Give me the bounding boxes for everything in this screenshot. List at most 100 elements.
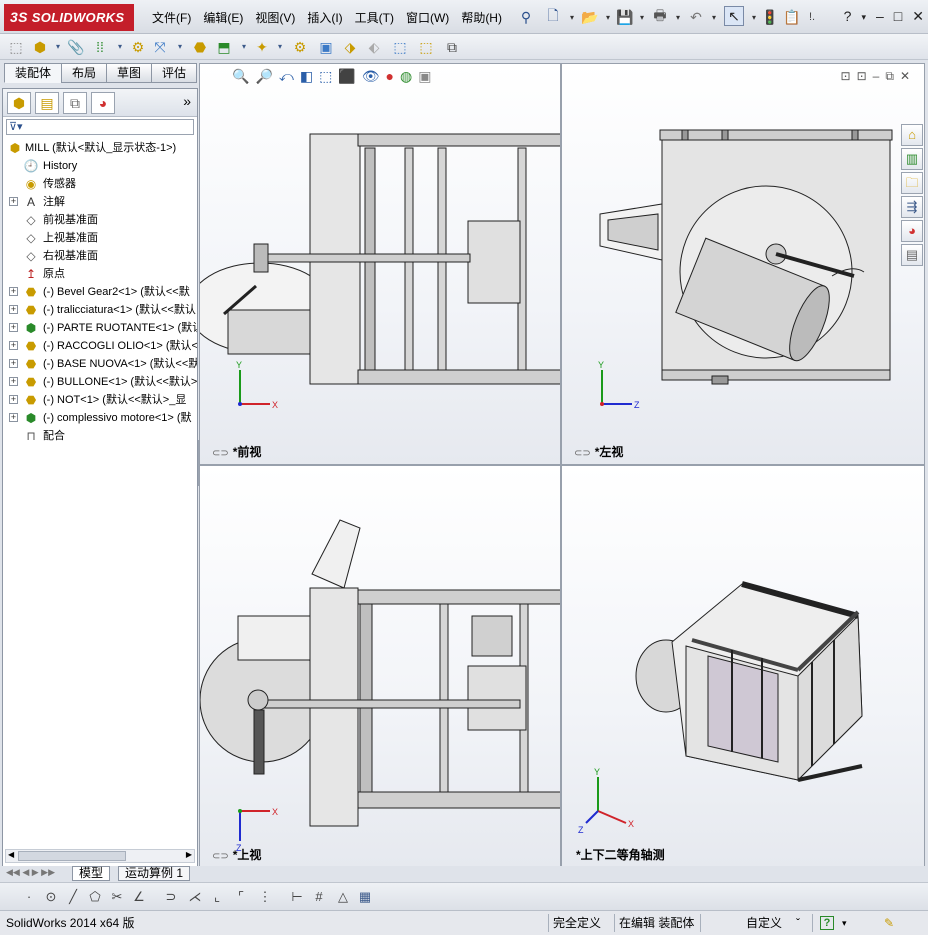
configuration-manager-tab-icon[interactable]: ⧉	[63, 92, 87, 114]
tree-item[interactable]: + ⬢ (-) PARTE RUOTANTE<1> (默认	[3, 319, 197, 337]
tab-model[interactable]: 模型	[72, 866, 111, 881]
viewport-isometric[interactable]: Y X Z *上下二等角轴测	[561, 465, 925, 868]
tab-layout[interactable]: 布局	[61, 63, 108, 83]
tree-item[interactable]: ◇ 上视基准面	[3, 229, 197, 247]
tab-evaluate[interactable]: 评估	[151, 63, 198, 83]
corner-icon[interactable]: ⌜	[232, 888, 250, 906]
quick-tips-icon[interactable]: ?	[820, 916, 834, 930]
expand-icon[interactable]: +	[9, 287, 18, 296]
tree-filter-input[interactable]: ⊽▾	[6, 119, 194, 135]
linear-pattern-icon[interactable]: ⁞⁞	[90, 37, 110, 57]
expand-icon[interactable]: +	[9, 341, 18, 350]
undo-icon[interactable]: ↶	[686, 7, 706, 27]
viewport-top[interactable]: Z X ⊂⊃ *上视	[199, 465, 561, 868]
tree-item[interactable]: ◉ 传感器	[3, 175, 197, 193]
show-hidden-icon[interactable]: ⬣	[190, 37, 210, 57]
menu-tools[interactable]: 工具(T)	[349, 9, 400, 27]
features-dropdown-icon[interactable]: ▾	[234, 37, 254, 57]
property-manager-tab-icon[interactable]: ▤	[35, 92, 59, 114]
smart-fasteners-icon[interactable]: ⚙	[128, 37, 148, 57]
viewport-left[interactable]: ⊡ ⊡ – ⧉ ✕ Y Z ⊂⊃ *左视	[561, 63, 925, 465]
extend-icon[interactable]: ∠	[130, 888, 148, 906]
assembly-features-icon[interactable]: ⬒	[214, 37, 234, 57]
menu-insert[interactable]: 插入(I)	[301, 9, 348, 27]
mate-icon[interactable]: 📎	[66, 37, 86, 57]
print-dropdown-icon[interactable]: ▾	[668, 7, 688, 27]
reference-dropdown-icon[interactable]: ▾	[270, 37, 290, 57]
instant3d-icon[interactable]: ⬚	[390, 37, 410, 57]
scroll-left-icon[interactable]: ◀	[8, 850, 14, 859]
new-document-icon[interactable]: 🗋	[543, 7, 563, 27]
file-explorer-icon[interactable]: 🗀	[901, 172, 923, 194]
dimension-icon[interactable]: ⊢	[288, 888, 306, 906]
move-dropdown-icon[interactable]: ▾	[170, 37, 190, 57]
scroll-thumb[interactable]	[18, 851, 126, 861]
tree-item[interactable]: + ⬣ (-) BULLONE<1> (默认<<默认>	[3, 373, 197, 391]
exploded-view-icon[interactable]: ⬗	[340, 37, 360, 57]
bill-of-materials-icon[interactable]: ▣	[316, 37, 336, 57]
scroll-right-icon[interactable]: ▶	[186, 850, 192, 859]
select-cursor-icon[interactable]: ↖	[724, 6, 744, 26]
tree-item[interactable]: + ⬣ (-) RACCOGLI OLIO<1> (默认<	[3, 337, 197, 355]
pin-icon[interactable]: ⚲	[516, 7, 536, 27]
design-library-icon[interactable]: ▥	[901, 148, 923, 170]
expand-icon[interactable]: +	[9, 197, 18, 206]
units-dropdown-icon[interactable]: ˇ	[796, 915, 800, 931]
open-folder-icon[interactable]: 📂	[580, 7, 600, 27]
tab-sketch[interactable]: 草图	[106, 63, 153, 83]
menu-window[interactable]: 窗口(W)	[400, 9, 455, 27]
feature-tree-tab-icon[interactable]: ⬢	[7, 92, 31, 114]
new-part-icon[interactable]: ⬢	[30, 37, 50, 57]
options-icon[interactable]: 📋	[782, 7, 802, 27]
rebuild-status-icon[interactable]: ✎	[884, 915, 894, 931]
expand-icon[interactable]: +	[9, 359, 18, 368]
tab-motion-study[interactable]: 运动算例 1	[118, 866, 191, 881]
print-icon[interactable]: 🖶	[650, 7, 670, 27]
tree-item[interactable]: 🕘 History	[3, 157, 197, 175]
fillet-icon[interactable]: ⌞	[208, 888, 226, 906]
display-manager-tab-icon[interactable]: ◕	[91, 92, 115, 114]
help-dropdown-icon[interactable]: ▾	[861, 8, 866, 26]
point-icon[interactable]: ·	[20, 888, 38, 906]
explode-line-sketch-icon[interactable]: ⬖	[364, 37, 384, 57]
link-icon[interactable]: ⊂⊃	[574, 448, 591, 459]
tree-item[interactable]: ⊓ 配合	[3, 427, 197, 445]
new-motion-study-icon[interactable]: ⚙	[290, 37, 310, 57]
tree-item[interactable]: + ⬣ (-) BASE NUOVA<1> (默认<<默	[3, 355, 197, 373]
mirror-icon[interactable]: ⋌	[186, 888, 204, 906]
insert-component-icon[interactable]: ⬚	[6, 37, 26, 57]
close-button[interactable]: ✕	[912, 8, 924, 26]
reference-geometry-icon[interactable]: ✦	[252, 37, 272, 57]
link-icon[interactable]: ⊂⊃	[212, 448, 229, 459]
expand-icon[interactable]: +	[9, 323, 18, 332]
new-dropdown-icon[interactable]: ▾	[562, 7, 582, 27]
menu-view[interactable]: 视图(V)	[249, 9, 301, 27]
tree-item[interactable]: + ⬣ (-) NOT<1> (默认<<默认>_显	[3, 391, 197, 409]
minimize-button[interactable]: –	[876, 8, 884, 26]
expand-icon[interactable]: +	[9, 377, 18, 386]
tree-item[interactable]: ◇ 前视基准面	[3, 211, 197, 229]
line-icon[interactable]: ╱	[64, 888, 82, 906]
solidworks-logo[interactable]: 3S SOLIDWORKS	[4, 4, 134, 31]
view-palette-icon[interactable]: ⇶	[901, 196, 923, 218]
filter-icon[interactable]: ⊽▾	[9, 121, 23, 133]
units-selector[interactable]: 自定义	[746, 915, 782, 931]
sketch-icon[interactable]: ⬚	[416, 37, 436, 57]
menu-help[interactable]: 帮助(H)	[455, 9, 508, 27]
link-icon[interactable]: ⊂⊃	[212, 851, 229, 862]
relation-icon[interactable]: △	[334, 888, 352, 906]
construction-geometry-icon[interactable]: ⋮	[256, 888, 274, 906]
tree-item[interactable]: + ⬢ (-) complessivo motore<1> (默	[3, 409, 197, 427]
tree-horizontal-scrollbar[interactable]: ◀ ▶	[5, 849, 195, 863]
large-assembly-icon[interactable]: ⧉	[442, 37, 462, 57]
custom-properties-icon[interactable]: ▤	[901, 244, 923, 266]
expand-icon[interactable]: +	[9, 305, 18, 314]
trim-icon[interactable]: ✂	[108, 888, 126, 906]
expand-icon[interactable]: +	[9, 395, 18, 404]
polygon-icon[interactable]: ⬠	[86, 888, 104, 906]
more-tabs-icon[interactable]: »	[183, 93, 191, 109]
viewport-front[interactable]: 🔍 🔎 ⤺ ◧ ⬚ ⬛ 👁 ● ◍ ▣ Y X ⊂⊃ *前视	[199, 63, 561, 465]
tree-item[interactable]: + ⬣ (-) tralicciatura<1> (默认<<默认	[3, 301, 197, 319]
graphics-area[interactable]: 🔍 🔎 ⤺ ◧ ⬚ ⬛ 👁 ● ◍ ▣ Y X ⊂⊃ *前视 ⊡ ⊡ – ⧉ ✕…	[199, 63, 925, 868]
component-dropdown-icon[interactable]: ▾	[48, 37, 68, 57]
